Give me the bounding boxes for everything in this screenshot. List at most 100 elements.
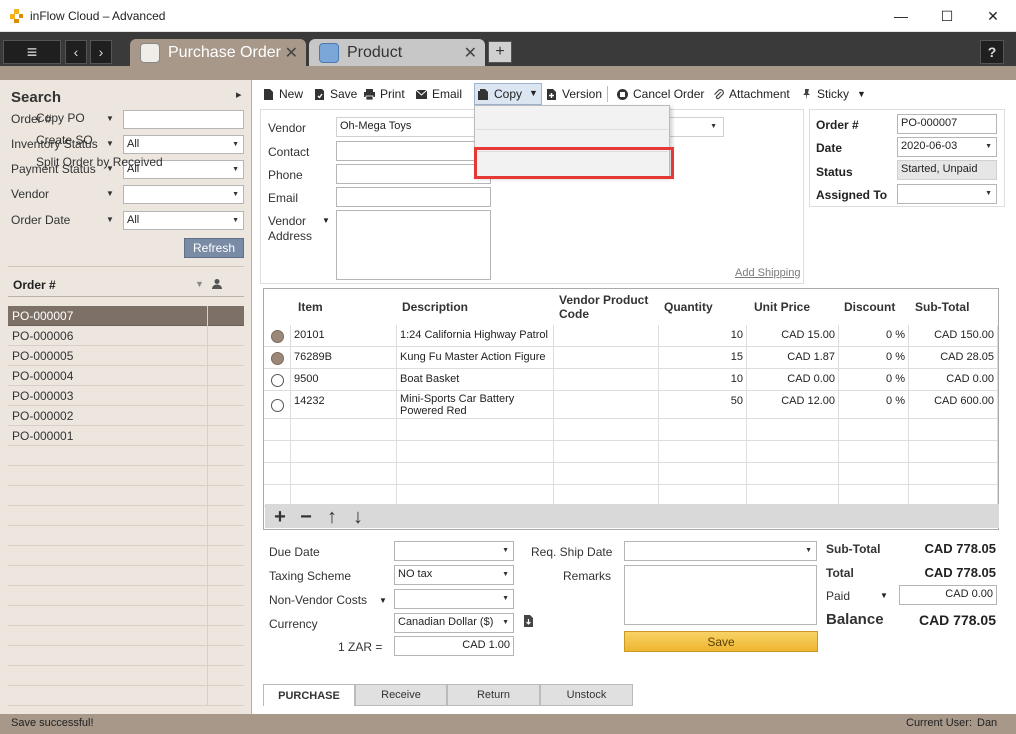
inventory-status-select[interactable]: All ▼ bbox=[123, 135, 244, 154]
grid-cell-item[interactable] bbox=[291, 463, 397, 485]
order-row[interactable]: PO-000004 bbox=[8, 366, 244, 386]
grid-cell-status[interactable] bbox=[264, 325, 291, 347]
collapse-icon[interactable]: ▸ bbox=[236, 88, 242, 101]
add-tab-button[interactable]: + bbox=[488, 41, 512, 63]
filter-arrow-icon[interactable]: ▼ bbox=[106, 114, 114, 123]
grid-cell-price[interactable]: CAD 1.87 bbox=[747, 347, 839, 369]
order-date-select[interactable]: All ▼ bbox=[123, 211, 244, 230]
assigned-to-select[interactable]: ▼ bbox=[897, 184, 997, 204]
maximize-button[interactable]: ☐ bbox=[924, 0, 970, 32]
column-header-quantity[interactable]: Quantity bbox=[664, 289, 713, 325]
date-field[interactable]: 2020-06-03 ▼ bbox=[897, 137, 997, 157]
cancel-order-button[interactable]: Cancel Order bbox=[616, 85, 704, 103]
grid-cell-item[interactable]: 14232 bbox=[291, 391, 397, 419]
currency-info-icon[interactable] bbox=[522, 614, 535, 628]
move-down-button[interactable]: ↓ bbox=[348, 506, 368, 529]
due-date-field[interactable]: ▼ bbox=[394, 541, 514, 561]
print-button[interactable]: Print bbox=[363, 85, 405, 103]
currency-select[interactable]: Canadian Dollar ($) ▼ bbox=[394, 613, 514, 633]
column-header-vendor-product-code[interactable]: Vendor Product Code bbox=[559, 289, 659, 325]
user-icon[interactable] bbox=[211, 278, 223, 290]
grid-cell-description[interactable]: 1:24 California Highway Patrol bbox=[397, 325, 554, 347]
back-button[interactable]: ‹ bbox=[65, 40, 87, 64]
order-number-input[interactable] bbox=[123, 110, 244, 129]
grid-cell-vpc[interactable] bbox=[554, 463, 659, 485]
copy-dropdown-arrow-icon[interactable]: ▼ bbox=[529, 88, 538, 98]
menu-item-copy-po[interactable]: Copy PO bbox=[36, 111, 85, 125]
tab-return[interactable]: Return bbox=[447, 684, 540, 706]
vendor-address-input[interactable] bbox=[336, 210, 491, 280]
grid-cell-status[interactable] bbox=[264, 391, 291, 419]
grid-cell-status[interactable] bbox=[264, 463, 291, 485]
grid-cell-discount[interactable]: 0 % bbox=[839, 369, 909, 391]
grid-cell-subtotal[interactable]: CAD 600.00 bbox=[909, 391, 998, 419]
column-header-discount[interactable]: Discount bbox=[844, 289, 895, 325]
order-row[interactable]: PO-000003 bbox=[8, 386, 244, 406]
grid-cell-item[interactable] bbox=[291, 419, 397, 441]
req-ship-date-field[interactable]: ▼ bbox=[624, 541, 817, 561]
grid-cell-discount[interactable]: 0 % bbox=[839, 347, 909, 369]
grid-cell-item[interactable]: 20101 bbox=[291, 325, 397, 347]
menu-item-split-order[interactable]: Split Order by Received bbox=[36, 155, 163, 169]
close-tab-icon[interactable]: ✕ bbox=[285, 43, 298, 63]
grid-cell-subtotal[interactable] bbox=[909, 419, 998, 441]
grid-cell-vpc[interactable] bbox=[554, 391, 659, 419]
grid-cell-price[interactable] bbox=[747, 463, 839, 485]
email-input[interactable] bbox=[336, 187, 491, 207]
minimize-button[interactable]: — bbox=[878, 0, 924, 32]
column-header-subtotal[interactable]: Sub-Total bbox=[915, 289, 969, 325]
filter-arrow-icon[interactable]: ▼ bbox=[106, 189, 114, 198]
grid-cell-item[interactable]: 76289B bbox=[291, 347, 397, 369]
close-tab-icon[interactable]: ✕ bbox=[464, 43, 477, 63]
tab-product[interactable]: Product ✕ bbox=[309, 39, 485, 66]
grid-cell-vpc[interactable] bbox=[554, 347, 659, 369]
grid-cell-vpc[interactable] bbox=[554, 419, 659, 441]
column-header-item[interactable]: Item bbox=[298, 289, 323, 325]
grid-cell-price[interactable] bbox=[747, 419, 839, 441]
sticky-button[interactable]: Sticky ▼ bbox=[800, 85, 866, 103]
add-shipping-link[interactable]: Add Shipping bbox=[735, 267, 800, 279]
grid-cell-discount[interactable]: 0 % bbox=[839, 325, 909, 347]
grid-cell-qty[interactable] bbox=[659, 463, 747, 485]
filter-arrow-icon[interactable]: ▼ bbox=[106, 215, 114, 224]
grid-cell-description[interactable] bbox=[397, 441, 554, 463]
tab-receive[interactable]: Receive bbox=[355, 684, 447, 706]
tab-purchase[interactable]: PURCHASE bbox=[263, 684, 355, 706]
column-header-unit-price[interactable]: Unit Price bbox=[754, 289, 810, 325]
grid-cell-description[interactable]: Boat Basket bbox=[397, 369, 554, 391]
grid-cell-price[interactable] bbox=[747, 441, 839, 463]
menu-icon[interactable]: ≡ bbox=[3, 40, 61, 64]
order-row[interactable]: PO-000002 bbox=[8, 406, 244, 426]
paid-dropdown-icon[interactable]: ▼ bbox=[880, 591, 888, 600]
remarks-textarea[interactable] bbox=[624, 565, 817, 625]
grid-cell-price[interactable]: CAD 0.00 bbox=[747, 369, 839, 391]
order-row[interactable]: PO-000006 bbox=[8, 326, 244, 346]
exchange-rate-input[interactable]: CAD 1.00 bbox=[394, 636, 514, 656]
tab-purchase-order[interactable]: Purchase Order ✕ bbox=[130, 39, 306, 66]
grid-cell-subtotal[interactable]: CAD 150.00 bbox=[909, 325, 998, 347]
help-button[interactable]: ? bbox=[980, 40, 1004, 64]
grid-cell-status[interactable] bbox=[264, 347, 291, 369]
save-button[interactable]: Save bbox=[313, 85, 357, 103]
taxing-scheme-select[interactable]: NO tax ▼ bbox=[394, 565, 514, 585]
attachment-button[interactable]: Attachment bbox=[712, 85, 790, 103]
order-row[interactable]: PO-000005 bbox=[8, 346, 244, 366]
non-vendor-costs-select[interactable]: ▼ bbox=[394, 589, 514, 609]
grid-cell-discount[interactable] bbox=[839, 419, 909, 441]
grid-cell-description[interactable]: Mini-Sports Car Battery Powered Red bbox=[397, 391, 554, 419]
order-row-selected[interactable]: PO-000007 bbox=[8, 306, 244, 326]
grid-cell-subtotal[interactable]: CAD 28.05 bbox=[909, 347, 998, 369]
forward-button[interactable]: › bbox=[90, 40, 112, 64]
remove-row-button[interactable]: − bbox=[296, 506, 316, 529]
refresh-button[interactable]: Refresh bbox=[184, 238, 244, 258]
grid-cell-discount[interactable] bbox=[839, 463, 909, 485]
order-number-field[interactable]: PO-000007 bbox=[897, 114, 997, 134]
tab-unstock[interactable]: Unstock bbox=[540, 684, 633, 706]
move-up-button[interactable]: ↑ bbox=[322, 506, 342, 529]
phone-input[interactable] bbox=[336, 164, 491, 184]
grid-cell-vpc[interactable] bbox=[554, 441, 659, 463]
address-dropdown-icon[interactable]: ▼ bbox=[322, 216, 330, 225]
grid-cell-subtotal[interactable] bbox=[909, 463, 998, 485]
grid-cell-qty[interactable]: 50 bbox=[659, 391, 747, 419]
new-button[interactable]: New bbox=[262, 85, 303, 103]
